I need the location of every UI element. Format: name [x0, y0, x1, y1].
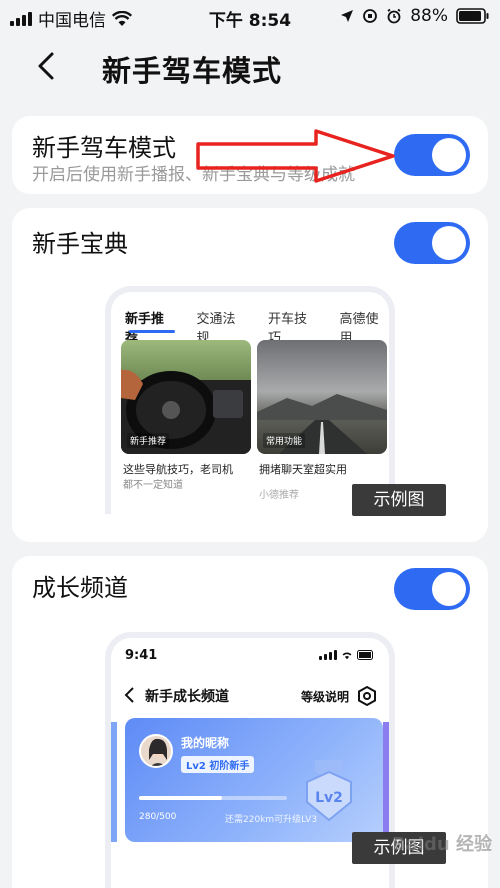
location-arrow-icon: [341, 10, 354, 22]
alarm-icon: [387, 8, 401, 24]
novice-mode-toggle[interactable]: [394, 134, 470, 176]
novice-guide-toggle[interactable]: [394, 222, 470, 264]
growth-channel-title: 成长频道: [32, 574, 128, 602]
status-bar: 中国电信 下午 8:54 88%: [0, 0, 500, 34]
article-title: 拥堵聊天室超实用: [259, 462, 347, 478]
guide-preview-phone: 新手推荐 交通法规 开车技巧 高德使用 新手推荐 这些导航技巧，老司机 都不一定…: [105, 286, 395, 514]
article-title-line: 都不一定知道: [123, 480, 183, 491]
active-tab-indicator: [129, 330, 175, 333]
preview-nav-title: 新手成长频道: [145, 689, 229, 705]
battery-icon: [456, 8, 489, 24]
preview-back-icon: [124, 687, 134, 703]
level-info-link: 等级说明: [300, 690, 349, 704]
side-card-peek: [383, 722, 389, 842]
toggle-knob: [432, 138, 466, 172]
level-medal-icon: Lv2: [306, 760, 352, 822]
battery-percent: 88%: [410, 6, 448, 26]
toggle-knob: [432, 572, 466, 606]
page-title: 新手驾车模式: [102, 54, 283, 88]
level-card: 我的昵称 Lv2 初阶新手 280/500 还需220km可升级LV3 Lv2: [125, 718, 383, 842]
progress-fill: [139, 796, 222, 800]
status-right: 88%: [340, 6, 490, 26]
toggle-knob: [432, 226, 466, 260]
nickname: 我的昵称: [181, 736, 230, 750]
nav-bar: 新手驾车模式: [0, 36, 500, 98]
wifi-icon: [342, 652, 352, 660]
article-title: 这些导航技巧，老司机 都不一定知道: [123, 462, 233, 494]
avatar: [139, 734, 173, 768]
settings-hexagon-icon: [358, 686, 376, 706]
back-chevron-icon[interactable]: [30, 48, 66, 84]
red-arrow-annotation: [196, 129, 395, 183]
article-tag: 新手推荐: [127, 433, 170, 448]
article-tag: 常用功能: [263, 433, 306, 448]
article-title-line: 拥堵聊天室超实用: [259, 463, 347, 476]
preview-clock: 9:41: [125, 648, 158, 663]
example-badge: 示例图: [352, 484, 446, 516]
article-thumbnail-road: 常用功能: [257, 340, 387, 454]
article-title-line: 这些导航技巧，老司机: [123, 463, 233, 476]
orientation-lock-icon: [363, 9, 378, 23]
growth-channel-toggle[interactable]: [394, 568, 470, 610]
watermark: Baidu 经验: [392, 834, 493, 855]
preview-status-icons: [319, 650, 375, 660]
level-pill: Lv2 初阶新手: [181, 756, 255, 773]
novice-guide-title: 新手宝典: [32, 230, 128, 258]
medal-label: Lv2: [315, 790, 343, 806]
progress-value: 280/500: [139, 812, 177, 822]
avatar-image: [149, 738, 167, 766]
novice-mode-title: 新手驾车模式: [32, 134, 176, 162]
side-card-peek: [111, 722, 117, 842]
battery-icon: [357, 650, 373, 660]
article-subtitle: 小德推荐: [259, 490, 299, 501]
signal-icon: [319, 650, 337, 660]
progress-track: [139, 796, 287, 800]
article-thumbnail-driving: 新手推荐: [121, 340, 251, 454]
novice-guide-card: 新手宝典 新手推荐 交通法规 开车技巧 高德使用 新手推荐 这些导航技巧，老司机…: [12, 208, 488, 542]
